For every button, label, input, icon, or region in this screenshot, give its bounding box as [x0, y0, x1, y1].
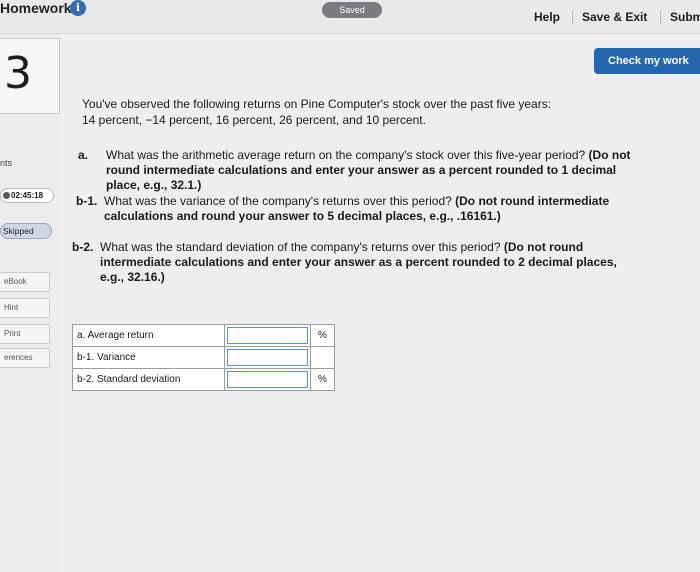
- info-icon[interactable]: i: [70, 0, 86, 16]
- stem-line: 14 percent, −14 percent, 16 percent, 26 …: [82, 113, 426, 127]
- part-text: What was the variance of the company's r…: [104, 194, 634, 224]
- header-divider: [660, 10, 661, 24]
- answer-label: b-2. Standard deviation: [72, 368, 225, 391]
- saved-status-badge: Saved: [322, 2, 382, 18]
- answer-cell: [224, 346, 311, 369]
- skipped-badge[interactable]: Skipped: [0, 223, 52, 239]
- points-label: nts: [0, 158, 13, 168]
- part-text: What was the standard deviation of the c…: [100, 240, 630, 285]
- question-stem: You've observed the following returns on…: [82, 96, 642, 128]
- top-bar: Homework9 i Saved Help Save & Exit Subm: [0, 0, 700, 34]
- print-button[interactable]: Print: [0, 324, 50, 344]
- table-row: b-1. Variance: [72, 346, 335, 369]
- help-button[interactable]: Help: [534, 10, 560, 24]
- timer-badge: 02:45:18: [0, 188, 54, 203]
- table-row: a. Average return %: [72, 324, 335, 347]
- clock-icon: [3, 192, 10, 199]
- part-question: What was the variance of the company's r…: [104, 194, 452, 208]
- average-return-input[interactable]: [227, 327, 308, 344]
- answer-label: b-1. Variance: [72, 346, 225, 369]
- left-rail: nts 02:45:18 Skipped eBook Hint Print er…: [0, 34, 60, 572]
- timer-value: 02:45:18: [11, 191, 44, 200]
- ebook-button[interactable]: eBook: [0, 272, 50, 292]
- unit-label: %: [310, 324, 335, 347]
- part-question: What was the arithmetic average return o…: [106, 148, 586, 162]
- hint-button[interactable]: Hint: [0, 298, 50, 318]
- check-my-work-button[interactable]: Check my work: [594, 48, 700, 74]
- part-text: What was the arithmetic average return o…: [106, 148, 636, 193]
- header-divider: [572, 10, 573, 24]
- answer-label: a. Average return: [72, 324, 225, 347]
- part-tag: b-1.: [76, 194, 98, 208]
- answer-cell: [224, 368, 311, 391]
- question-part-b2: b-2. What was the standard deviation of …: [72, 240, 636, 288]
- references-button[interactable]: erences: [0, 348, 50, 368]
- question-number: 3: [4, 48, 32, 99]
- standard-deviation-input[interactable]: [227, 371, 308, 388]
- unit-label: [310, 346, 335, 369]
- submit-button[interactable]: Subm: [670, 10, 700, 24]
- save-exit-button[interactable]: Save & Exit: [582, 10, 647, 24]
- part-tag: a.: [78, 148, 89, 162]
- answer-table: a. Average return % b-1. Variance b-2. S…: [72, 324, 335, 391]
- part-tag: b-2.: [72, 240, 94, 254]
- stem-line: You've observed the following returns on…: [82, 97, 552, 111]
- question-part-a: a. What was the arithmetic average retur…: [78, 148, 638, 196]
- table-row: b-2. Standard deviation %: [72, 368, 335, 391]
- assignment-title: Homework9: [0, 0, 80, 16]
- part-question: What was the standard deviation of the c…: [100, 240, 501, 254]
- answer-cell: [224, 324, 311, 347]
- question-part-b1: b-1. What was the variance of the compan…: [76, 194, 636, 242]
- unit-label: %: [310, 368, 335, 391]
- variance-input[interactable]: [227, 349, 308, 366]
